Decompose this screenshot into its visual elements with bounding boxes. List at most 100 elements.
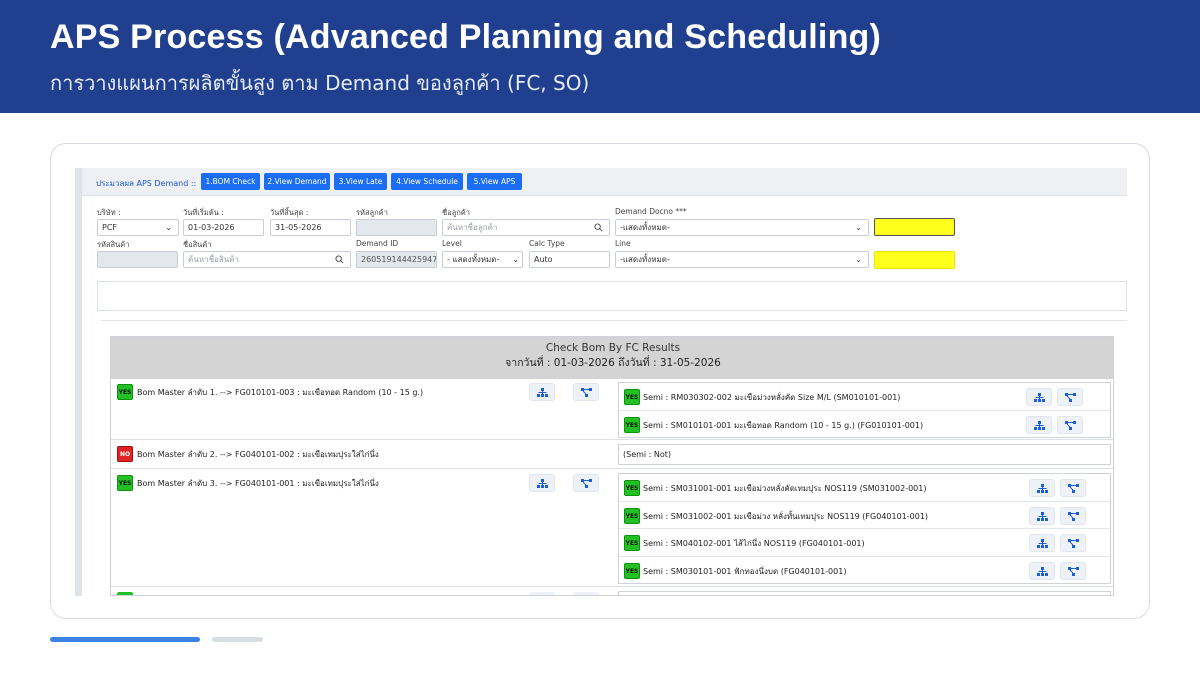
level-value: - แสดงทั้งหมด- <box>447 255 500 264</box>
semi-text: Semi : SM031001-001 มะเขือม่วงหลั่งคัดเท… <box>643 484 927 493</box>
hierarchy-icon <box>1037 567 1048 576</box>
flow-view-button[interactable] <box>1060 562 1086 580</box>
chevron-down-icon: ⌄ <box>165 223 172 232</box>
hierarchy-icon <box>1037 539 1048 548</box>
view-demand-button[interactable]: 2.View Demand <box>264 173 330 190</box>
flow-view-button[interactable] <box>1057 416 1083 434</box>
list-item: YES Semi : SM040102-001 ไส้ไก่นึ่ง NOS11… <box>619 529 1110 557</box>
highlight-field-1[interactable] <box>874 218 955 236</box>
tree-view-button[interactable] <box>529 592 555 595</box>
end-date-label: วันที่สิ้นสุด : <box>270 208 309 217</box>
highlight-field-2[interactable] <box>874 251 955 269</box>
hierarchy-icon <box>1037 484 1048 493</box>
bom-master-text: Bom Master ลำดับ 3. --> FG040101-001 : ม… <box>137 479 379 488</box>
company-value: PCF <box>102 223 118 232</box>
calc-type-input[interactable]: Auto <box>529 251 610 268</box>
status-badge: YES <box>624 389 640 405</box>
tree-view-button[interactable] <box>1026 416 1052 434</box>
product-code-input <box>97 251 178 268</box>
status-badge: YES <box>624 535 640 551</box>
progress-step-inactive <box>212 637 263 642</box>
status-badge: YES <box>624 417 640 433</box>
flow-view-button[interactable] <box>1060 534 1086 552</box>
flow-view-button[interactable] <box>573 383 599 401</box>
list-item: YES Semi : SM031001-001 มะเขือม่วงหลั่งค… <box>619 474 1110 502</box>
flow-view-button[interactable] <box>573 474 599 492</box>
search-icon <box>335 255 344 264</box>
tree-view-button[interactable] <box>1029 479 1055 497</box>
semi-list: YES Semi : RM030302-002 มะเขือม่วงหลั่งค… <box>618 382 1111 438</box>
customer-name-placeholder: ค้นหาชื่อลูกค้า <box>447 223 498 232</box>
flow-icon <box>1068 484 1079 493</box>
hierarchy-icon <box>1034 393 1045 402</box>
flow-view-button[interactable] <box>573 592 599 595</box>
status-badge: YES <box>624 508 640 524</box>
list-item: YES Semi : SM030101-001 ฟักทองนึ่งบด (FG… <box>619 557 1110 585</box>
tree-view-button[interactable] <box>1026 388 1052 406</box>
view-late-button[interactable]: 3.View Late <box>334 173 387 190</box>
bom-results-table: Check Bom By FC Results จากวันที่ : 01-0… <box>110 336 1114 596</box>
level-label: Level <box>442 239 462 248</box>
flow-view-button[interactable] <box>1060 479 1086 497</box>
list-item: YES Semi : SM010101-001 มะเขือทอด Random… <box>619 411 1110 439</box>
demand-docno-select[interactable]: -แสดงทั้งหมด- ⌄ <box>615 219 869 236</box>
flow-view-button[interactable] <box>1060 507 1086 525</box>
product-name-input[interactable]: ค้นหาชื่อสินค้า <box>183 251 351 268</box>
company-select[interactable]: PCF ⌄ <box>97 219 179 236</box>
flow-icon <box>1068 512 1079 521</box>
start-date-input[interactable]: 01-03-2026 <box>183 219 264 236</box>
hierarchy-icon <box>537 479 548 488</box>
hierarchy-icon <box>1037 512 1048 521</box>
header-banner: APS Process (Advanced Planning and Sched… <box>0 0 1200 113</box>
product-name-label: ชื่อสินค้า <box>183 240 212 249</box>
bom-check-button[interactable]: 1.BOM Check <box>201 173 260 190</box>
line-value: -แสดงทั้งหมด- <box>620 255 670 264</box>
demand-docno-value: -แสดงทั้งหมด- <box>620 223 670 232</box>
screenshot-frame: ประมวลผล APS Demand :: 1.BOM Check 2.Vie… <box>50 143 1150 619</box>
tree-view-button[interactable] <box>529 383 555 401</box>
aps-app: ประมวลผล APS Demand :: 1.BOM Check 2.Vie… <box>75 168 1127 596</box>
tree-view-button[interactable] <box>529 474 555 492</box>
table-row: YES Bom Master ลำดับ 1. --> FG010101-003… <box>111 379 1113 440</box>
line-select[interactable]: -แสดงทั้งหมด- ⌄ <box>615 251 869 268</box>
bom-master-text: Bom Master ลำดับ 1. --> FG010101-003 : ม… <box>137 388 424 397</box>
customer-name-input[interactable]: ค้นหาชื่อลูกค้า <box>442 219 610 236</box>
sidebar-strip <box>75 168 82 596</box>
table-row <box>111 587 1113 595</box>
flow-icon <box>1065 421 1076 430</box>
hierarchy-icon <box>537 388 548 397</box>
semi-text: Semi : SM031002-001 มะเขือม่วง หลั่งทั้น… <box>643 512 929 521</box>
demand-id-label: Demand ID <box>356 239 399 248</box>
view-schedule-button[interactable]: 4.View Schedule <box>391 173 463 190</box>
level-select[interactable]: - แสดงทั้งหมด- ⌄ <box>442 251 523 268</box>
table-row: NO Bom Master ลำดับ 2. --> FG040101-002 … <box>111 440 1113 469</box>
calc-type-label: Calc Type <box>529 239 565 248</box>
divider <box>101 320 1127 321</box>
view-aps-button[interactable]: 5.View APS <box>467 173 522 190</box>
results-header: Check Bom By FC Results จากวันที่ : 01-0… <box>111 337 1113 379</box>
end-date-input[interactable]: 31-05-2026 <box>270 219 351 236</box>
semi-text: Semi : RM030302-002 มะเขือม่วงหลั่งคัด S… <box>643 393 901 402</box>
toolbar: ประมวลผล APS Demand :: 1.BOM Check 2.Vie… <box>82 168 1127 196</box>
flow-icon <box>581 388 592 397</box>
flow-view-button[interactable] <box>1057 388 1083 406</box>
tree-view-button[interactable] <box>1029 562 1055 580</box>
flow-icon <box>1068 539 1079 548</box>
results-title: Check Bom By FC Results <box>545 342 681 354</box>
tree-view-button[interactable] <box>1029 534 1055 552</box>
status-badge: YES <box>117 384 133 400</box>
bom-master-text: Bom Master ลำดับ 2. --> FG040101-002 : ม… <box>137 450 379 459</box>
flow-icon <box>581 479 592 488</box>
product-name-placeholder: ค้นหาชื่อสินค้า <box>188 255 240 264</box>
tree-view-button[interactable] <box>1029 507 1055 525</box>
status-badge: YES <box>117 475 133 491</box>
semi-text: Semi : SM030101-001 ฟักทองนึ่งบด (FG0401… <box>643 567 847 576</box>
status-badge <box>117 592 133 595</box>
table-row: YES Bom Master ลำดับ 3. --> FG040101-001… <box>111 469 1113 587</box>
chevron-down-icon: ⌄ <box>855 223 862 232</box>
chevron-down-icon: ⌄ <box>855 255 862 264</box>
status-badge: NO <box>117 446 133 462</box>
status-badge: YES <box>624 480 640 496</box>
semi-text: Semi : SM040102-001 ไส้ไก่นึ่ง NOS119 (F… <box>643 539 865 548</box>
semi-list <box>618 591 1111 595</box>
